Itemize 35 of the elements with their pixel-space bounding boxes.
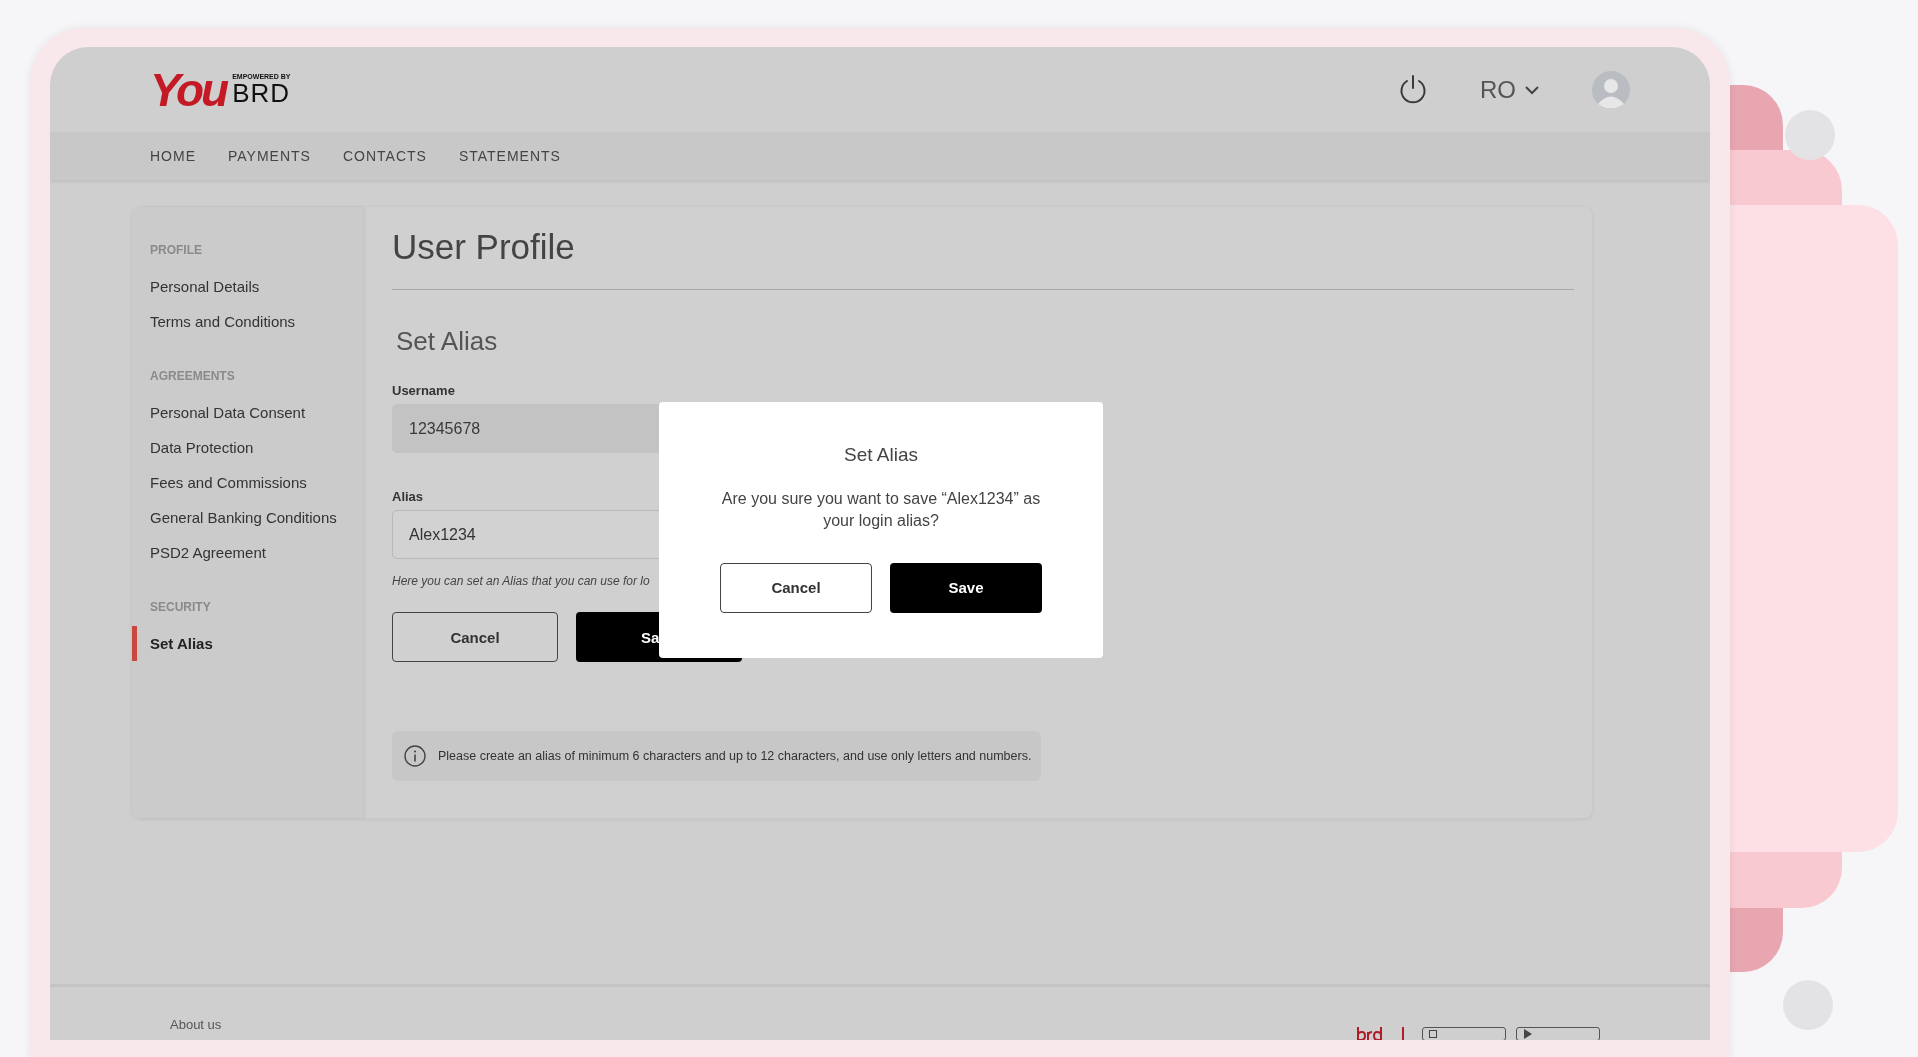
nav-link[interactable]: HOME bbox=[150, 148, 196, 164]
sidebar-item[interactable]: General Banking Conditions bbox=[132, 500, 363, 535]
sidebar-heading: AGREEMENTS bbox=[150, 369, 235, 383]
nav-link[interactable]: STATEMENTS bbox=[458, 148, 561, 164]
page-title: User Profile bbox=[392, 227, 575, 267]
field-label: Username bbox=[392, 383, 455, 398]
dialog-title: Set Alias bbox=[844, 444, 918, 466]
sidebar-heading: SECURITY bbox=[150, 600, 211, 614]
footer-link[interactable]: About us bbox=[170, 1017, 222, 1032]
cancel-button[interactable]: Cancel bbox=[392, 612, 558, 662]
sidebar-heading: PROFILE bbox=[150, 243, 202, 257]
bank-logo-icon bbox=[1356, 1027, 1384, 1040]
chevron-down-icon bbox=[1524, 84, 1540, 95]
sidebar-item[interactable]: PSD2 Agreement bbox=[132, 535, 363, 570]
sidebar-item[interactable]: Terms and Conditions bbox=[132, 304, 363, 339]
language-selector[interactable]: RO bbox=[1480, 75, 1540, 104]
info-text: Please create an alias of minimum 6 characters and up to 12 characters, and use only letters and numbers. bbox=[438, 749, 1032, 763]
field-label: Alias bbox=[392, 489, 424, 504]
cancel-button[interactable]: Cancel bbox=[720, 562, 872, 613]
google-play-badge[interactable] bbox=[1516, 1027, 1600, 1040]
nav-link[interactable]: PAYMENTS bbox=[228, 148, 311, 164]
dialog-message: Are you sure you want to save “Alex1234” as your login alias? bbox=[720, 489, 1042, 532]
sidebar-item[interactable]: Fees and Commissions bbox=[132, 465, 363, 500]
power-icon[interactable] bbox=[1398, 73, 1428, 106]
sidebar-item[interactable]: Data Protection bbox=[132, 430, 363, 465]
sidebar-item[interactable]: Personal Data Consent bbox=[132, 395, 363, 430]
decorative-circle bbox=[1785, 110, 1835, 160]
app-store-badge[interactable] bbox=[1422, 1027, 1506, 1040]
save-button[interactable]: Save bbox=[890, 562, 1042, 613]
section-title: Set Alias bbox=[396, 326, 498, 357]
nav-link[interactable]: CONTACTS bbox=[342, 148, 427, 164]
sidebar-item[interactable]: Personal Details bbox=[132, 269, 363, 304]
sidebar-item[interactable]: Set Alias bbox=[132, 626, 363, 661]
hint-text: Here you can set an Alias that you can use for lo bbox=[392, 574, 650, 588]
info-icon bbox=[404, 745, 426, 767]
